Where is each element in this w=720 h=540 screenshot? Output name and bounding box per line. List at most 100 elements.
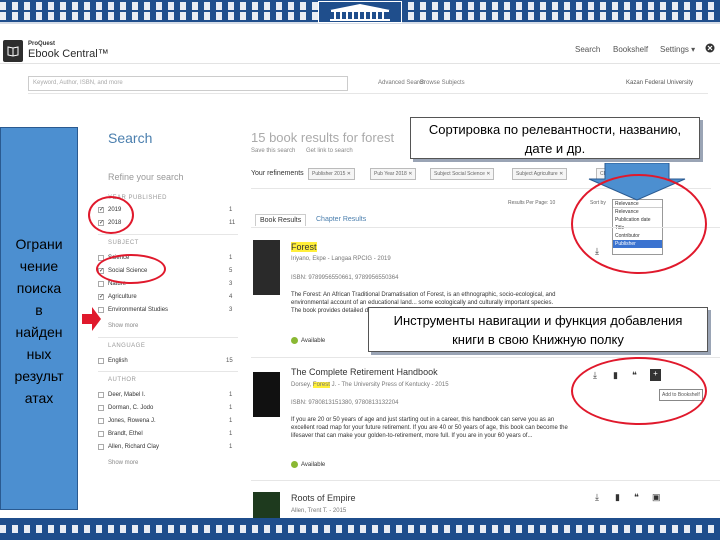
book-cover[interactable] bbox=[253, 240, 280, 295]
citation-icon[interactable]: ❝ bbox=[634, 492, 639, 503]
nav-search[interactable]: Search bbox=[575, 45, 600, 54]
highlighted-term: Forest bbox=[312, 382, 330, 388]
result-authors: Dorsey, Forest J. - The University Press… bbox=[291, 382, 449, 388]
refinement-chip[interactable]: Pub Year 2018 ✕ bbox=[370, 168, 417, 180]
highlighted-term: Forest bbox=[291, 242, 317, 252]
callout-text: Сортировка по релевантности, названию, д… bbox=[428, 122, 682, 156]
availability-label: Available bbox=[301, 337, 326, 344]
facet-count: 1 bbox=[229, 431, 233, 437]
checkbox[interactable] bbox=[98, 281, 104, 287]
show-more-link[interactable]: Show more bbox=[108, 323, 138, 329]
facet-label: Allen, Richard Clay bbox=[108, 444, 160, 450]
checkbox[interactable] bbox=[98, 392, 104, 398]
checkbox[interactable] bbox=[98, 307, 104, 313]
facet-subject-item[interactable]: ✓ Agriculture bbox=[98, 294, 137, 300]
advanced-search-link[interactable]: Advanced Search bbox=[378, 80, 425, 86]
result-authors: Iriyano, Ekpe - Langaa RPCIG - 2019 bbox=[291, 256, 391, 262]
show-more-link[interactable]: Show more bbox=[108, 460, 138, 466]
refinements-label: Your refinements bbox=[251, 170, 304, 177]
building-logo-icon bbox=[318, 1, 402, 23]
availability-label: Available bbox=[301, 461, 326, 468]
download-icon[interactable]: ⤓ bbox=[595, 492, 599, 503]
facet-label: Brandt, Ethel bbox=[108, 431, 143, 437]
callout-text: Инструменты навигации и функция добавлен… bbox=[393, 313, 683, 347]
facet-author-item[interactable]: Deer, Mabel I. bbox=[98, 392, 145, 398]
facet-label: English bbox=[108, 358, 128, 364]
book-cover[interactable] bbox=[253, 372, 280, 417]
sort-callout: Сортировка по релевантности, названию, д… bbox=[410, 117, 700, 159]
checkbox-checked[interactable]: ✓ bbox=[98, 294, 104, 300]
tools-callout: Инструменты навигации и функция добавлен… bbox=[368, 307, 708, 352]
divider bbox=[98, 234, 238, 235]
facet-author-item[interactable]: Jones, Rowena J. bbox=[98, 418, 156, 424]
result-isbn: ISBN: 9789956550661, 9789956550364 bbox=[291, 275, 399, 281]
divider bbox=[251, 480, 720, 481]
result-description: If you are 20 or 50 years of age and jus… bbox=[291, 417, 568, 439]
result-title[interactable]: The Complete Retirement Handbook bbox=[291, 367, 438, 377]
institution-name: Kazan Federal University bbox=[626, 80, 694, 86]
results-per-page[interactable]: Results Per Page: 10 bbox=[508, 200, 555, 206]
result-authors: Allen, Trent T. - 2015 bbox=[291, 508, 347, 514]
facet-count: 1 bbox=[229, 444, 233, 450]
checkbox[interactable] bbox=[98, 431, 104, 437]
checkbox[interactable] bbox=[98, 444, 104, 450]
highlight-ring bbox=[571, 174, 707, 274]
result-title[interactable]: Forest bbox=[291, 242, 317, 252]
highlight-ring bbox=[96, 254, 166, 284]
availability: Available bbox=[291, 461, 325, 468]
search-heading: Search bbox=[108, 130, 153, 146]
nav-bookshelf[interactable]: Bookshelf bbox=[613, 45, 648, 54]
author-text: Dorsey, bbox=[291, 382, 312, 388]
facet-language-item[interactable]: English bbox=[98, 358, 128, 364]
refinement-chip[interactable]: Subject Agriculture ✕ bbox=[512, 168, 568, 180]
save-search-link[interactable]: Save this search bbox=[251, 148, 295, 154]
meander-border bbox=[0, 525, 720, 533]
refinement-chip[interactable]: Publisher 2015 ✕ bbox=[308, 168, 355, 180]
facet-count: 3 bbox=[229, 307, 233, 313]
slide: ProQuest Ebook Central™ Search Bookshelf… bbox=[0, 0, 720, 540]
available-dot-icon bbox=[291, 461, 298, 468]
facet-count: 1 bbox=[229, 392, 233, 398]
facet-language-heading: LANGUAGE bbox=[108, 343, 146, 349]
facet-label: Dorman, C. Jodo bbox=[108, 405, 154, 411]
refinement-chip[interactable]: Subject Social Science ✕ bbox=[430, 168, 495, 180]
product-name[interactable]: Ebook Central™ bbox=[28, 48, 109, 60]
facet-count: 11 bbox=[229, 220, 236, 226]
checkbox[interactable] bbox=[98, 418, 104, 424]
tab-book-results[interactable]: Book Results bbox=[255, 214, 307, 226]
annotation-left-text: Ограни чение поиска в найден ных результ… bbox=[4, 233, 74, 409]
facet-count: 5 bbox=[229, 268, 233, 274]
facet-label: Agriculture bbox=[108, 294, 137, 300]
search-row: Keyword, Author, ISBN, and more Advanced… bbox=[28, 74, 708, 94]
facet-author-heading: AUTHOR bbox=[108, 377, 137, 383]
refine-heading: Refine your search bbox=[108, 172, 184, 182]
ebook-logo-icon[interactable] bbox=[3, 40, 23, 62]
facet-label: Environmental Studies bbox=[108, 307, 169, 313]
nav-settings[interactable]: Settings ▾ bbox=[660, 45, 695, 54]
checkbox[interactable] bbox=[98, 358, 104, 364]
close-icon[interactable] bbox=[705, 43, 715, 55]
tab-chapter-results[interactable]: Chapter Results bbox=[316, 216, 366, 223]
read-online-icon[interactable]: ▮ bbox=[615, 492, 620, 503]
checkbox[interactable] bbox=[98, 405, 104, 411]
facet-count: 4 bbox=[229, 294, 233, 300]
facet-author-item[interactable]: Dorman, C. Jodo bbox=[98, 405, 153, 411]
facet-author-item[interactable]: Brandt, Ethel bbox=[98, 431, 143, 437]
brand-name: ProQuest bbox=[28, 41, 56, 47]
facet-count: 1 bbox=[229, 207, 233, 213]
browse-subjects-link[interactable]: Browse Subjects bbox=[420, 80, 465, 86]
highlight-ring bbox=[88, 196, 134, 234]
divider bbox=[98, 371, 238, 372]
facet-author-item[interactable]: Allen, Richard Clay bbox=[98, 444, 159, 450]
university-banner bbox=[0, 0, 720, 24]
results-heading: 15 book results for forest bbox=[251, 130, 395, 145]
search-input[interactable]: Keyword, Author, ISBN, and more bbox=[28, 76, 348, 91]
bookshelf-add-icon[interactable]: ▣ bbox=[652, 492, 661, 503]
author-text: J. - The University Press of Kentucky - … bbox=[331, 382, 449, 388]
get-link[interactable]: Get link to search bbox=[306, 148, 353, 154]
facet-subject-item[interactable]: Environmental Studies bbox=[98, 307, 168, 313]
facet-subject-heading: SUBJECT bbox=[108, 240, 139, 246]
footer-banner bbox=[0, 518, 720, 540]
book-cover[interactable] bbox=[253, 492, 280, 518]
result-title[interactable]: Roots of Empire bbox=[291, 493, 356, 503]
